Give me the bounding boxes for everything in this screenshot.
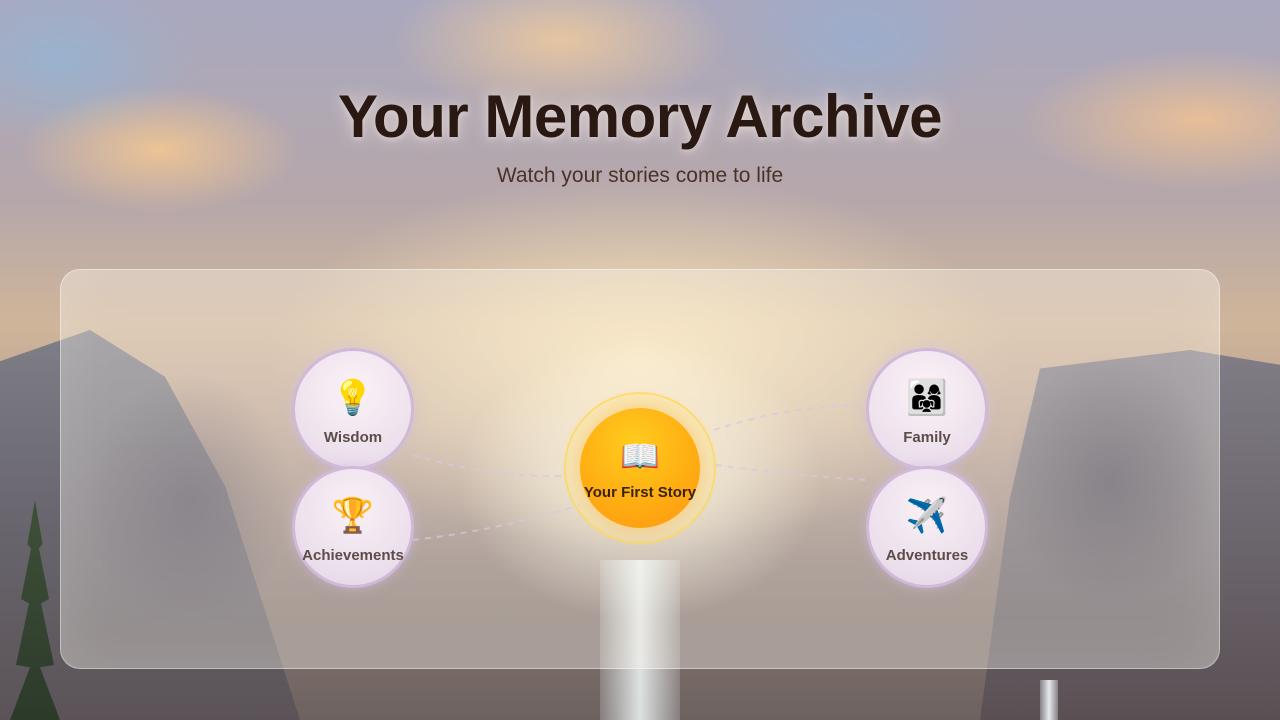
airplane-icon: ✈️ [905,497,949,535]
node-label-wisdom: Wisdom [323,429,383,446]
open-book-icon: 📖 [620,438,660,474]
node-label-family: Family [903,429,951,446]
connector-adventures [715,464,867,481]
first-story-node[interactable]: 📖 Your First Story [580,408,700,528]
node-adventures[interactable]: ✈️ Adventures [866,466,988,588]
node-achievements[interactable]: 🏆 Achievements [292,466,414,588]
family-icon: 👨‍👩‍👧 [905,379,949,417]
node-family[interactable]: 👨‍👩‍👧 Family [866,348,988,470]
first-story-label: Your First Story [583,484,697,501]
node-label-achievements: Achievements [302,547,404,564]
connector-achievements [412,504,581,541]
trophy-icon: 🏆 [331,497,375,535]
node-label-adventures: Adventures [885,547,969,564]
connector-lines [412,404,867,541]
lightbulb-icon: 💡 [331,379,375,417]
node-wisdom[interactable]: 💡 Wisdom [292,348,414,470]
connector-family [713,404,867,431]
connector-wisdom [412,454,567,478]
